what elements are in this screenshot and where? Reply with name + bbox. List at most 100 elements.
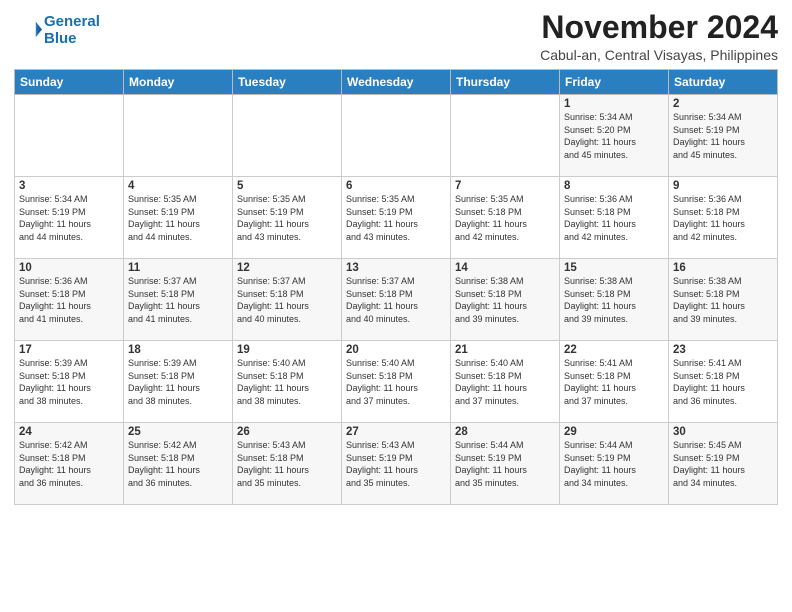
day-number: 10	[19, 262, 119, 274]
day-number: 18	[128, 344, 228, 356]
calendar-cell: 24Sunrise: 5:42 AM Sunset: 5:18 PM Dayli…	[15, 423, 124, 505]
calendar-header-row: SundayMondayTuesdayWednesdayThursdayFrid…	[15, 70, 778, 95]
logo-icon	[14, 17, 42, 45]
day-info: Sunrise: 5:35 AM Sunset: 5:19 PM Dayligh…	[346, 193, 446, 243]
day-number: 22	[564, 344, 664, 356]
calendar-cell: 3Sunrise: 5:34 AM Sunset: 5:19 PM Daylig…	[15, 177, 124, 259]
day-info: Sunrise: 5:35 AM Sunset: 5:19 PM Dayligh…	[128, 193, 228, 243]
calendar-cell: 2Sunrise: 5:34 AM Sunset: 5:19 PM Daylig…	[669, 95, 778, 177]
day-info: Sunrise: 5:38 AM Sunset: 5:18 PM Dayligh…	[564, 275, 664, 325]
day-number: 4	[128, 180, 228, 192]
calendar-cell: 23Sunrise: 5:41 AM Sunset: 5:18 PM Dayli…	[669, 341, 778, 423]
day-number: 7	[455, 180, 555, 192]
day-info: Sunrise: 5:37 AM Sunset: 5:18 PM Dayligh…	[128, 275, 228, 325]
day-info: Sunrise: 5:45 AM Sunset: 5:19 PM Dayligh…	[673, 439, 773, 489]
logo: General Blue	[14, 14, 100, 47]
calendar-cell: 1Sunrise: 5:34 AM Sunset: 5:20 PM Daylig…	[560, 95, 669, 177]
day-info: Sunrise: 5:40 AM Sunset: 5:18 PM Dayligh…	[455, 357, 555, 407]
day-info: Sunrise: 5:43 AM Sunset: 5:18 PM Dayligh…	[237, 439, 337, 489]
title-block: November 2024 Cabul-an, Central Visayas,…	[540, 10, 778, 63]
day-number: 19	[237, 344, 337, 356]
day-info: Sunrise: 5:36 AM Sunset: 5:18 PM Dayligh…	[673, 193, 773, 243]
day-info: Sunrise: 5:41 AM Sunset: 5:18 PM Dayligh…	[564, 357, 664, 407]
day-info: Sunrise: 5:40 AM Sunset: 5:18 PM Dayligh…	[237, 357, 337, 407]
calendar-row-2: 10Sunrise: 5:36 AM Sunset: 5:18 PM Dayli…	[15, 259, 778, 341]
calendar-cell: 27Sunrise: 5:43 AM Sunset: 5:19 PM Dayli…	[342, 423, 451, 505]
logo-text: General Blue	[44, 14, 100, 47]
calendar-cell: 17Sunrise: 5:39 AM Sunset: 5:18 PM Dayli…	[15, 341, 124, 423]
calendar-cell: 21Sunrise: 5:40 AM Sunset: 5:18 PM Dayli…	[451, 341, 560, 423]
calendar-cell	[451, 95, 560, 177]
calendar-cell: 14Sunrise: 5:38 AM Sunset: 5:18 PM Dayli…	[451, 259, 560, 341]
calendar-cell: 25Sunrise: 5:42 AM Sunset: 5:18 PM Dayli…	[124, 423, 233, 505]
day-number: 6	[346, 180, 446, 192]
day-number: 20	[346, 344, 446, 356]
calendar-cell: 9Sunrise: 5:36 AM Sunset: 5:18 PM Daylig…	[669, 177, 778, 259]
month-title: November 2024	[540, 10, 778, 45]
day-info: Sunrise: 5:38 AM Sunset: 5:18 PM Dayligh…	[673, 275, 773, 325]
day-info: Sunrise: 5:39 AM Sunset: 5:18 PM Dayligh…	[128, 357, 228, 407]
calendar-cell	[342, 95, 451, 177]
day-number: 27	[346, 426, 446, 438]
calendar-cell: 16Sunrise: 5:38 AM Sunset: 5:18 PM Dayli…	[669, 259, 778, 341]
weekday-header-sunday: Sunday	[15, 70, 124, 95]
calendar-row-0: 1Sunrise: 5:34 AM Sunset: 5:20 PM Daylig…	[15, 95, 778, 177]
day-info: Sunrise: 5:42 AM Sunset: 5:18 PM Dayligh…	[19, 439, 119, 489]
calendar-cell: 4Sunrise: 5:35 AM Sunset: 5:19 PM Daylig…	[124, 177, 233, 259]
day-number: 11	[128, 262, 228, 274]
day-info: Sunrise: 5:34 AM Sunset: 5:19 PM Dayligh…	[19, 193, 119, 243]
calendar-cell: 28Sunrise: 5:44 AM Sunset: 5:19 PM Dayli…	[451, 423, 560, 505]
calendar-cell: 26Sunrise: 5:43 AM Sunset: 5:18 PM Dayli…	[233, 423, 342, 505]
day-info: Sunrise: 5:43 AM Sunset: 5:19 PM Dayligh…	[346, 439, 446, 489]
day-number: 29	[564, 426, 664, 438]
day-info: Sunrise: 5:41 AM Sunset: 5:18 PM Dayligh…	[673, 357, 773, 407]
calendar-cell: 15Sunrise: 5:38 AM Sunset: 5:18 PM Dayli…	[560, 259, 669, 341]
page: General Blue November 2024 Cabul-an, Cen…	[0, 0, 792, 515]
day-number: 23	[673, 344, 773, 356]
day-info: Sunrise: 5:39 AM Sunset: 5:18 PM Dayligh…	[19, 357, 119, 407]
day-info: Sunrise: 5:40 AM Sunset: 5:18 PM Dayligh…	[346, 357, 446, 407]
day-number: 16	[673, 262, 773, 274]
day-info: Sunrise: 5:34 AM Sunset: 5:19 PM Dayligh…	[673, 111, 773, 161]
calendar-cell	[233, 95, 342, 177]
day-number: 30	[673, 426, 773, 438]
calendar-cell: 11Sunrise: 5:37 AM Sunset: 5:18 PM Dayli…	[124, 259, 233, 341]
day-number: 13	[346, 262, 446, 274]
weekday-header-monday: Monday	[124, 70, 233, 95]
day-number: 21	[455, 344, 555, 356]
day-number: 14	[455, 262, 555, 274]
day-number: 2	[673, 98, 773, 110]
day-number: 17	[19, 344, 119, 356]
calendar-cell: 13Sunrise: 5:37 AM Sunset: 5:18 PM Dayli…	[342, 259, 451, 341]
weekday-header-thursday: Thursday	[451, 70, 560, 95]
day-number: 5	[237, 180, 337, 192]
day-info: Sunrise: 5:42 AM Sunset: 5:18 PM Dayligh…	[128, 439, 228, 489]
day-info: Sunrise: 5:35 AM Sunset: 5:19 PM Dayligh…	[237, 193, 337, 243]
day-info: Sunrise: 5:36 AM Sunset: 5:18 PM Dayligh…	[19, 275, 119, 325]
day-info: Sunrise: 5:36 AM Sunset: 5:18 PM Dayligh…	[564, 193, 664, 243]
calendar-cell: 8Sunrise: 5:36 AM Sunset: 5:18 PM Daylig…	[560, 177, 669, 259]
calendar-row-4: 24Sunrise: 5:42 AM Sunset: 5:18 PM Dayli…	[15, 423, 778, 505]
day-info: Sunrise: 5:37 AM Sunset: 5:18 PM Dayligh…	[346, 275, 446, 325]
calendar-cell: 19Sunrise: 5:40 AM Sunset: 5:18 PM Dayli…	[233, 341, 342, 423]
weekday-header-wednesday: Wednesday	[342, 70, 451, 95]
weekday-header-saturday: Saturday	[669, 70, 778, 95]
header: General Blue November 2024 Cabul-an, Cen…	[14, 10, 778, 63]
day-info: Sunrise: 5:35 AM Sunset: 5:18 PM Dayligh…	[455, 193, 555, 243]
calendar-cell: 20Sunrise: 5:40 AM Sunset: 5:18 PM Dayli…	[342, 341, 451, 423]
day-number: 12	[237, 262, 337, 274]
weekday-header-tuesday: Tuesday	[233, 70, 342, 95]
calendar-cell: 29Sunrise: 5:44 AM Sunset: 5:19 PM Dayli…	[560, 423, 669, 505]
calendar-cell	[15, 95, 124, 177]
calendar-cell	[124, 95, 233, 177]
day-number: 15	[564, 262, 664, 274]
calendar-cell: 22Sunrise: 5:41 AM Sunset: 5:18 PM Dayli…	[560, 341, 669, 423]
day-info: Sunrise: 5:34 AM Sunset: 5:20 PM Dayligh…	[564, 111, 664, 161]
calendar-cell: 10Sunrise: 5:36 AM Sunset: 5:18 PM Dayli…	[15, 259, 124, 341]
calendar-table: SundayMondayTuesdayWednesdayThursdayFrid…	[14, 69, 778, 505]
day-info: Sunrise: 5:38 AM Sunset: 5:18 PM Dayligh…	[455, 275, 555, 325]
calendar-cell: 5Sunrise: 5:35 AM Sunset: 5:19 PM Daylig…	[233, 177, 342, 259]
day-number: 1	[564, 98, 664, 110]
day-info: Sunrise: 5:37 AM Sunset: 5:18 PM Dayligh…	[237, 275, 337, 325]
day-number: 9	[673, 180, 773, 192]
